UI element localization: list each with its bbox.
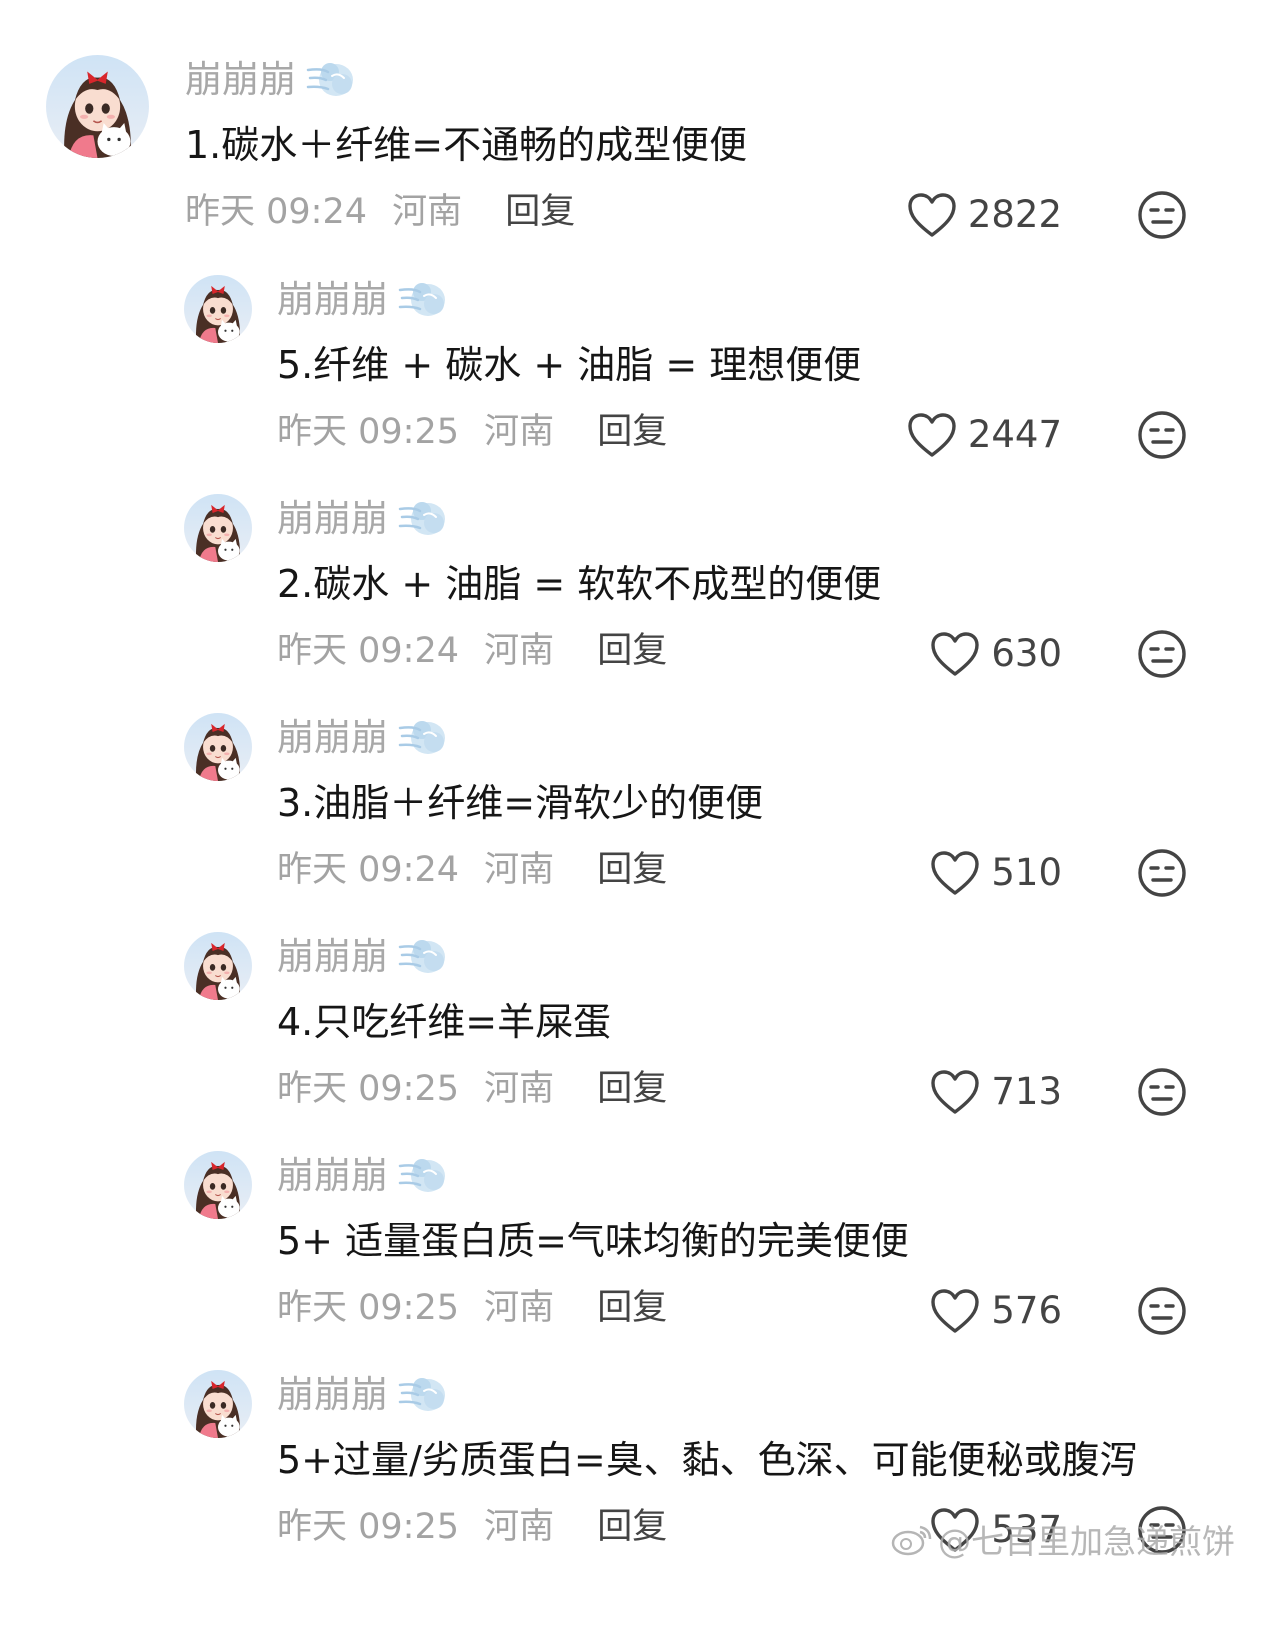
comment-meta: 昨天 09:24 河南 回复	[277, 629, 667, 673]
username[interactable]: 崩崩崩	[277, 278, 388, 322]
dislike-face-icon[interactable]	[1136, 847, 1188, 899]
avatar[interactable]	[184, 713, 252, 781]
wind-face-icon	[398, 935, 448, 979]
dislike-face-icon[interactable]	[1136, 1066, 1188, 1118]
avatar[interactable]	[184, 494, 252, 562]
username[interactable]: 崩崩崩	[277, 1154, 388, 1198]
comment-time: 昨天 09:25	[277, 412, 459, 452]
comment-text: 2.碳水 + 油脂 = 软软不成型的便便	[277, 562, 882, 606]
reply-button[interactable]: 回复	[597, 412, 667, 452]
wind-face-icon	[398, 497, 448, 541]
avatar[interactable]	[184, 1151, 252, 1219]
like-button[interactable]: 576	[929, 1285, 1062, 1337]
comment-text: 4.只吃纤维=羊屎蛋	[277, 1000, 612, 1044]
username[interactable]: 崩崩崩	[277, 1373, 388, 1417]
watermark: @七百里加急递煎饼	[890, 1514, 1282, 1564]
wind-face-icon	[398, 1154, 448, 1198]
comment-meta: 昨天 09:25 河南 回复	[277, 410, 667, 454]
comment-location: 河南	[484, 850, 555, 890]
comment-location: 河南	[484, 412, 555, 452]
comment-time: 昨天 09:24	[277, 850, 459, 890]
comment-text: 5+过量/劣质蛋白=臭、黏、色深、可能便秘或腹泻	[277, 1438, 1138, 1482]
weibo-logo-icon	[891, 1525, 932, 1556]
comment-time: 昨天 09:25	[277, 1069, 459, 1109]
wind-face-icon	[398, 1373, 448, 1417]
username-row[interactable]: 崩崩崩	[277, 1154, 448, 1198]
dislike-button[interactable]	[1136, 1066, 1188, 1118]
dislike-face-icon[interactable]	[1136, 409, 1188, 461]
dislike-button[interactable]	[1136, 847, 1188, 899]
comment-text: 5+ 适量蛋白质=气味均衡的完美便便	[277, 1219, 909, 1263]
heart-icon[interactable]	[906, 411, 958, 459]
like-button[interactable]: 630	[929, 628, 1062, 680]
comment-location: 河南	[484, 1069, 555, 1109]
dislike-button[interactable]	[1136, 628, 1188, 680]
reply-button[interactable]: 回复	[597, 850, 667, 890]
heart-icon[interactable]	[929, 1068, 981, 1116]
avatar[interactable]	[184, 1370, 252, 1438]
comment-meta: 昨天 09:25 河南 回复	[277, 1505, 667, 1549]
like-count: 2447	[967, 413, 1062, 456]
heart-icon[interactable]	[929, 849, 981, 897]
like-button[interactable]: 510	[929, 847, 1062, 899]
comment-text: 5.纤维 + 碳水 + 油脂 = 理想便便	[277, 343, 862, 387]
watermark-text: @七百里加急递煎饼	[938, 1522, 1235, 1561]
dislike-button[interactable]	[1136, 409, 1188, 461]
reply-button[interactable]: 回复	[597, 1069, 667, 1109]
username-row[interactable]: 崩崩崩	[277, 497, 448, 541]
comment-thread: 崩崩崩 1.碳水＋纤维=不通畅的成型便便 昨天 09:24 河南 回复 2822	[0, 0, 1282, 1632]
like-count: 576	[991, 1289, 1062, 1332]
username[interactable]: 崩崩崩	[277, 716, 388, 760]
dislike-button[interactable]	[1136, 1285, 1188, 1337]
comment-time: 昨天 09:25	[277, 1288, 459, 1328]
username[interactable]: 崩崩崩	[277, 935, 388, 979]
username-row[interactable]: 崩崩崩	[277, 935, 448, 979]
avatar[interactable]	[184, 932, 252, 1000]
like-count: 713	[991, 1070, 1062, 1113]
avatar[interactable]	[184, 275, 252, 343]
comment-text: 3.油脂＋纤维=滑软少的便便	[277, 781, 764, 825]
like-button[interactable]: 713	[929, 1066, 1062, 1118]
username-row[interactable]: 崩崩崩	[277, 716, 448, 760]
comment-location: 河南	[484, 1507, 555, 1547]
username-row[interactable]: 崩崩崩	[277, 278, 448, 322]
comment-location: 河南	[484, 1288, 555, 1328]
comment-meta: 昨天 09:25 河南 回复	[277, 1067, 667, 1111]
reply-button[interactable]: 回复	[597, 1507, 667, 1547]
like-count: 510	[991, 851, 1062, 894]
comment-meta: 昨天 09:24 河南 回复	[277, 848, 667, 892]
wind-face-icon	[398, 278, 448, 322]
comment-time: 昨天 09:25	[277, 1507, 459, 1547]
wind-face-icon	[398, 716, 448, 760]
like-count: 630	[991, 632, 1062, 675]
dislike-face-icon[interactable]	[1136, 1285, 1188, 1337]
username-row[interactable]: 崩崩崩	[277, 1373, 448, 1417]
comment-location: 河南	[484, 631, 555, 671]
reply-button[interactable]: 回复	[597, 1288, 667, 1328]
reply-comment: 崩崩崩 5+过量/劣质蛋白=臭、黏、色深、可能便秘或腹泻 昨天 09:25 河南…	[0, 0, 1282, 1554]
comment-meta: 昨天 09:25 河南 回复	[277, 1286, 667, 1330]
heart-icon[interactable]	[929, 630, 981, 678]
like-button[interactable]: 2447	[906, 409, 1062, 461]
username[interactable]: 崩崩崩	[277, 497, 388, 541]
dislike-face-icon[interactable]	[1136, 628, 1188, 680]
reply-button[interactable]: 回复	[597, 631, 667, 671]
heart-icon[interactable]	[929, 1287, 981, 1335]
comment-time: 昨天 09:24	[277, 631, 459, 671]
